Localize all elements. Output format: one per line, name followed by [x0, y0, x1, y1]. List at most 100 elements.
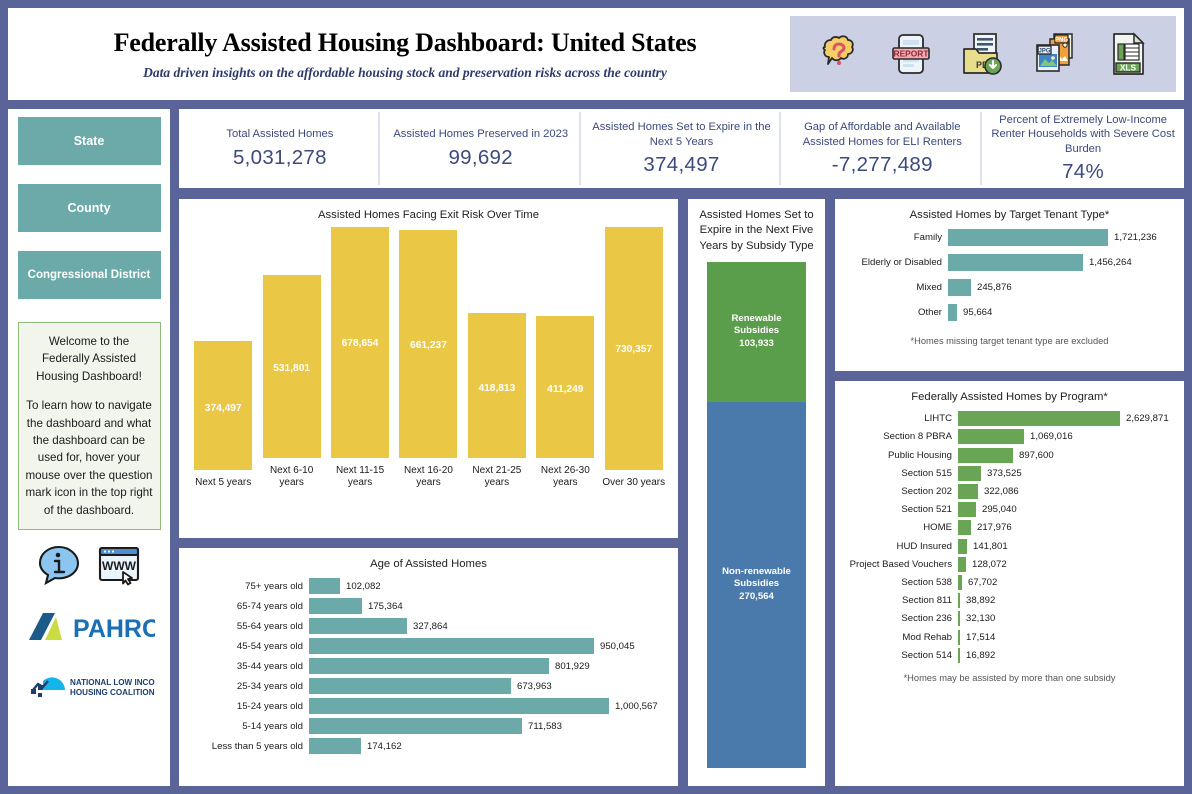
bar-value-label: 128,072 [972, 558, 1007, 570]
bar-category-label: Less than 5 years old [211, 740, 303, 752]
bar[interactable]: 418,813 [467, 313, 526, 459]
bar[interactable] [309, 718, 522, 735]
bar-value-label: 2,629,871 [1126, 413, 1169, 425]
bar-category-label: 65-74 years old [236, 600, 303, 612]
kpi-label: Assisted Homes Preserved in 2023 [393, 128, 569, 141]
bar-category-label: Mod Rehab [902, 631, 952, 643]
bar[interactable]: 661,237 [399, 230, 458, 459]
website-icon[interactable]: WWW [96, 544, 142, 591]
pdf-download-icon[interactable]: PDF [956, 27, 1010, 81]
bar[interactable] [958, 429, 1024, 445]
bar[interactable] [309, 658, 549, 675]
bar-value-label: 1,721,236 [1114, 232, 1157, 244]
header-icon-bar: REPORT PDF [790, 16, 1176, 92]
bar-category-label: Next 6-10 years [269, 465, 314, 489]
bar[interactable] [958, 465, 981, 481]
stacked-bar-chart: Renewable Subsidies 103,933 Non-renewable Su… [688, 261, 825, 768]
bar[interactable]: 531,801 [262, 275, 321, 459]
sidebar-item-state[interactable]: State [17, 117, 161, 165]
bar[interactable] [958, 447, 1013, 463]
svg-text:WWW: WWW [102, 559, 137, 573]
bar[interactable] [309, 738, 361, 755]
bar-value-label: 661,237 [410, 339, 447, 351]
bar[interactable] [958, 556, 966, 572]
kpi-homes-preserved-2023: Assisted Homes Preserved in 2023 99,692 [382, 112, 581, 185]
bar[interactable] [958, 411, 1120, 427]
bar[interactable]: 374,497 [194, 341, 253, 471]
bar-group: 411,249 Next 26-30 years [534, 227, 596, 489]
bar[interactable] [309, 598, 362, 615]
bar-value-label: 950,045 [600, 640, 635, 652]
bar-row: Section 8 PBRA 1,069,016 [843, 429, 1176, 445]
pahrc-logo: PAHRC [23, 607, 160, 652]
bar[interactable] [309, 678, 511, 695]
bar-category-label: 35-44 years old [236, 660, 303, 672]
bar-value-label: 673,963 [517, 680, 552, 692]
bar-value-label: 174,162 [367, 740, 402, 752]
bar-row: Public Housing 897,600 [843, 447, 1176, 463]
bar[interactable] [309, 698, 609, 715]
bar-value-label: 95,664 [963, 307, 993, 319]
bar[interactable] [958, 502, 976, 518]
bar[interactable] [948, 229, 1108, 247]
chart-target-tenant-type: Assisted Homes by Target Tenant Type* Fa… [832, 196, 1187, 374]
bar-row: Section 202 322,086 [843, 484, 1176, 499]
bar[interactable]: 411,249 [536, 316, 595, 459]
sidebar-item-county[interactable]: County [17, 184, 161, 232]
bar-row: 75+ years old 102,082 [187, 578, 670, 595]
svg-text:JPG: JPG [1039, 48, 1051, 54]
stack-segment[interactable]: Non-renewable Subsidies 270,564 [707, 402, 806, 768]
chart-footnote: *Homes may be assisted by more than one … [903, 672, 1116, 683]
bar[interactable] [948, 304, 957, 322]
bar-row: Section 811 38,892 [843, 593, 1176, 609]
info-bubble-icon[interactable] [36, 544, 82, 591]
bar[interactable] [948, 254, 1083, 272]
bar-category-label: Public Housing [888, 449, 952, 461]
bar-row: Less than 5 years old 174,162 [187, 738, 670, 755]
image-download-icon[interactable]: PNG JPG [1028, 27, 1082, 81]
bar-value-label: 245,876 [977, 282, 1012, 294]
bar-category-label: Next 11-15 years [335, 465, 385, 489]
report-icon[interactable]: REPORT [884, 27, 938, 81]
bar-row: Section 236 32,130 [843, 611, 1176, 627]
bar-value-label: 67,702 [968, 576, 998, 588]
chart-homes-by-program: Federally Assisted Homes by Program* LIH… [832, 378, 1187, 789]
bar[interactable]: 730,357 [604, 227, 663, 471]
bar[interactable]: 678,654 [331, 227, 390, 459]
bar-value-label: 730,357 [615, 343, 653, 355]
bar-category-label: Section 236 [901, 613, 952, 625]
bar-category-label: Next 21-25 years [472, 465, 522, 489]
bar-category-label: Section 514 [901, 649, 952, 661]
bar-value-label: 217,976 [977, 522, 1012, 534]
sidebar-item-congressional-district[interactable]: Congressional District [17, 251, 161, 299]
kpi-homes-set-to-expire: Assisted Homes Set to Expire in the Next… [583, 112, 782, 185]
bar-value-label: 102,082 [346, 580, 381, 592]
bar[interactable] [309, 578, 340, 595]
bar-value-label: 418,813 [478, 382, 516, 394]
bar-group: 661,237 Next 16-20 years [397, 227, 459, 489]
bar-value-label: 531,801 [273, 363, 311, 375]
kpi-value: -7,277,489 [831, 152, 933, 176]
bar[interactable] [948, 279, 971, 297]
nlihc-logo: NATIONAL LOW INCOME HOUSING COALITION [23, 660, 167, 707]
excel-download-icon[interactable]: XLS [1101, 27, 1155, 81]
question-mark-icon[interactable] [811, 27, 865, 81]
bar[interactable] [958, 520, 971, 536]
kpi-value: 74% [1062, 160, 1105, 183]
bar-value-label: 322,086 [984, 486, 1019, 497]
bar-row: 65-74 years old 175,364 [187, 598, 670, 615]
stack-segment[interactable]: Renewable Subsidies 103,933 [707, 261, 806, 403]
bar-group: 531,801 Next 6-10 years [261, 227, 323, 489]
bar-category-label: Project Based Vouchers [849, 558, 952, 570]
bar-category-label: Section 811 [902, 595, 952, 607]
bar-value-label: 327,864 [413, 620, 448, 632]
bar[interactable] [958, 484, 978, 499]
bar-row: LIHTC 2,629,871 [843, 411, 1176, 427]
bar-category-label: Section 538 [901, 576, 952, 588]
bar-category-label: Next 16-20 years [404, 465, 453, 489]
bar-row: 5-14 years old 711,583 [187, 718, 670, 735]
bar[interactable] [309, 618, 407, 635]
bar[interactable] [309, 638, 594, 655]
bar-category-label: HUD Insured [896, 540, 952, 552]
bar[interactable] [958, 538, 967, 554]
